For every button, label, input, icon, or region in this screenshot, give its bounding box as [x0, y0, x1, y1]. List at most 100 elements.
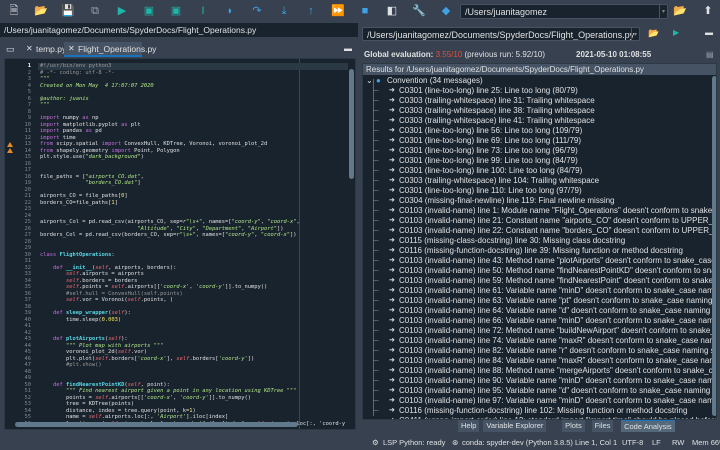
result-message[interactable]: ─ ➜ C0103 (invalid-name) line 82: Variable… [363, 346, 716, 356]
result-message[interactable]: ─ ➜ C0303 (trailing-whitespace) line 104: … [363, 176, 711, 186]
code-line: self.vor = Voronoi(self.points, ) [65, 297, 174, 303]
debug-icon[interactable]: ◗ [222, 4, 238, 19]
working-directory-combo[interactable]: /Users/juanitagomez ▾ [460, 4, 668, 19]
conda-status[interactable]: conda: spyder-dev (Python 3.8.5) [462, 436, 573, 450]
result-message[interactable]: ─ ➜ C0103 (invalid-name) line 22: Constant… [363, 226, 716, 236]
run-cell-advance-icon[interactable]: ▣ [168, 4, 184, 19]
parent-directory-icon[interactable]: ⬆ [700, 4, 716, 19]
tree-branch: ─ [373, 326, 379, 335]
result-message[interactable]: ─ ➜ C0301 (line-too-long) line 25: Line to… [363, 86, 711, 96]
tab-code-analysis[interactable]: Code Analysis [621, 420, 675, 432]
step-into-icon[interactable]: ⤓ [276, 4, 292, 19]
stop-icon[interactable]: ■ [357, 4, 373, 19]
result-message[interactable]: ─ ➜ C0103 (invalid-name) line 84: Variable… [363, 356, 716, 366]
analysis-datetime: 2021-05-10 01:08:55 [576, 50, 652, 59]
tab-help[interactable]: Help [458, 420, 480, 432]
run-analysis-icon[interactable]: ▶ [673, 28, 679, 37]
memory-status: Mem 66% [692, 438, 720, 447]
result-message[interactable]: ─ ➜ C0103 (invalid-name) line 50: Method n… [363, 266, 716, 276]
result-message[interactable]: ─ ➜ C0103 (invalid-name) line 64: Variable… [363, 306, 716, 316]
save-all-icon[interactable]: ⧉ [87, 4, 103, 19]
tab-variable-explorer[interactable]: Variable Explorer [483, 420, 547, 432]
result-message[interactable]: ─ ➜ C0303 (trailing-whitespace) line 31: T… [363, 96, 711, 106]
message-text: C0103 (invalid-name) line 95: Variable n… [399, 386, 717, 395]
tree-branch: ─ [373, 256, 379, 265]
file-select-value: /Users/juanitagomez/Documents/SpyderDocs… [367, 30, 635, 40]
file-select-combo[interactable]: /Users/juanitagomez/Documents/SpyderDocs… [362, 27, 640, 41]
vertical-scrollbar[interactable] [349, 69, 354, 179]
result-message[interactable]: ─ ➜ C0304 (missing-final-newline) line 119… [363, 196, 711, 206]
python-path-manager-icon[interactable]: ◆ [438, 4, 454, 19]
run-cell-icon[interactable]: ▣ [141, 4, 157, 19]
edge-line [299, 59, 300, 429]
message-text: C0103 (invalid-name) line 64: Variable n… [399, 306, 717, 315]
result-message[interactable]: ─ ➜ C0103 (invalid-name) line 43: Method n… [363, 256, 716, 266]
tab-plots[interactable]: Plots [562, 420, 585, 432]
save-file-icon[interactable]: 💾 [60, 4, 76, 19]
results-scrollbar[interactable] [712, 76, 716, 416]
result-message[interactable]: ─ ➜ C0301 (line-too-long) line 100: Line t… [363, 166, 711, 176]
result-message[interactable]: ─ ➜ C0103 (invalid-name) line 97: Variable… [363, 396, 716, 406]
new-file-icon[interactable]: 🗎 [6, 4, 22, 19]
tree-branch: ─ [373, 166, 379, 175]
result-message[interactable]: ─ ➜ C0116 (missing-function-docstring) lin… [363, 246, 711, 256]
result-message[interactable]: ─ ➜ C0115 (missing-class-docstring) line 3… [363, 236, 711, 246]
options-menu-icon[interactable]: ▬ [344, 44, 352, 53]
result-message[interactable]: ─ ➜ C0103 (invalid-name) line 1: Module na… [363, 206, 716, 216]
result-message[interactable]: ─ ➜ C0103 (invalid-name) line 90: Variable… [363, 376, 716, 386]
chevron-down-icon[interactable]: ⌄ [366, 76, 373, 86]
run-selection-icon[interactable]: I [195, 4, 211, 19]
lsp-status[interactable]: LSP Python: ready [383, 436, 445, 450]
tree-branch: ─ [373, 156, 379, 165]
open-folder-icon[interactable]: 📂 [648, 28, 659, 39]
conda-icon: ⊛ [452, 438, 459, 447]
result-message[interactable]: ─ ➜ C0301 (line-too-long) line 56: Line to… [363, 126, 711, 136]
result-message[interactable]: ─ ➜ C0303 (trailing-whitespace) line 41: T… [363, 116, 711, 126]
result-message[interactable]: ─ ➜ C0103 (invalid-name) line 88: Method n… [363, 366, 716, 376]
tab-flight-operations-py[interactable]: ✕ Flight_Operations.py [64, 42, 156, 57]
result-message[interactable]: ─ ➜ C0301 (line-too-long) line 69: Line to… [363, 136, 711, 146]
horizontal-scrollbar[interactable] [15, 422, 298, 427]
tab-files[interactable]: Files [591, 420, 614, 432]
warning-icon[interactable] [7, 141, 13, 147]
result-message[interactable]: ─ ➜ C0116 (missing-function-docstring) lin… [363, 406, 711, 416]
continue-icon[interactable]: ⏩ [330, 4, 346, 19]
tab-temp-py[interactable]: ✕ temp.py [22, 42, 66, 57]
result-message[interactable]: ─ ➜ C0301 (line-too-long) line 110: Line t… [363, 186, 711, 196]
editor-tabs: ▭ ✕ temp.py ✕ Flight_Operations.py ▬ [0, 40, 358, 57]
result-message[interactable]: ─ ➜ C0103 (invalid-name) line 63: Variable… [363, 296, 716, 306]
chevron-down-icon[interactable]: ▾ [659, 5, 667, 18]
chevron-down-icon[interactable]: ▾ [631, 28, 639, 40]
code-editor[interactable]: 1 2 3 4 5 6 7 8 9 10 11 12 13 14 15 16 17 18 19 20 21 22 23 24 2… [4, 58, 356, 430]
close-icon[interactable]: ✕ [68, 42, 75, 56]
result-message[interactable]: ─ ➜ C0103 (invalid-name) line 66: Variable… [363, 316, 716, 326]
result-message[interactable]: ─ ➜ C0301 (line-too-long) line 99: Line to… [363, 156, 711, 166]
result-message[interactable]: ─ ➜ C0103 (invalid-name) line 61: Variable… [363, 286, 716, 296]
result-message[interactable]: ─ ➜ C0303 (trailing-whitespace) line 38: T… [363, 106, 711, 116]
run-icon[interactable]: ▶ [114, 4, 130, 19]
options-menu-icon[interactable]: ▬ [705, 28, 713, 37]
result-message[interactable]: ─ ➜ C0103 (invalid-name) line 21: Constant… [363, 216, 716, 226]
result-message[interactable]: ─ ➜ C0301 (line-too-long) line 73: Line to… [363, 146, 711, 156]
close-icon[interactable]: ✕ [26, 42, 33, 56]
browse-folder-icon[interactable]: 📂 [672, 4, 688, 19]
result-message[interactable]: ─ ➜ C0103 (invalid-name) line 95: Variable… [363, 386, 716, 396]
step-return-icon[interactable]: ↑ [303, 4, 319, 19]
preferences-icon[interactable]: 🔧 [411, 4, 427, 19]
open-file-icon[interactable]: 📂 [33, 4, 49, 19]
warning-icon[interactable] [7, 148, 13, 153]
history-log-icon[interactable]: ▤ [706, 50, 714, 59]
maximize-pane-icon[interactable]: ◧ [384, 4, 400, 19]
result-message[interactable]: ─ ➜ C0103 (invalid-name) line 72: Method n… [363, 326, 716, 336]
result-message[interactable]: ─ ➜ C0103 (invalid-name) line 59: Method n… [363, 276, 716, 286]
step-icon[interactable]: ↷ [249, 4, 265, 19]
message-text: C0304 (missing-final-newline) line 119: … [399, 196, 615, 205]
tree-branch: ─ [373, 196, 379, 205]
browse-tabs-icon[interactable]: ▭ [6, 44, 15, 55]
results-tree[interactable]: Results for /Users/juanitagomez/Document… [362, 63, 717, 420]
message-text: C0103 (invalid-name) line 61: Variable n… [399, 286, 717, 295]
category-convention[interactable]: ⌄ ● Convention (34 messages) [363, 76, 711, 86]
arrow-right-icon: ➜ [389, 197, 395, 204]
result-message[interactable]: ─ ➜ C0103 (invalid-name) line 74: Variable… [363, 336, 716, 346]
message-text: C0301 (line-too-long) line 69: Line too … [399, 136, 582, 145]
